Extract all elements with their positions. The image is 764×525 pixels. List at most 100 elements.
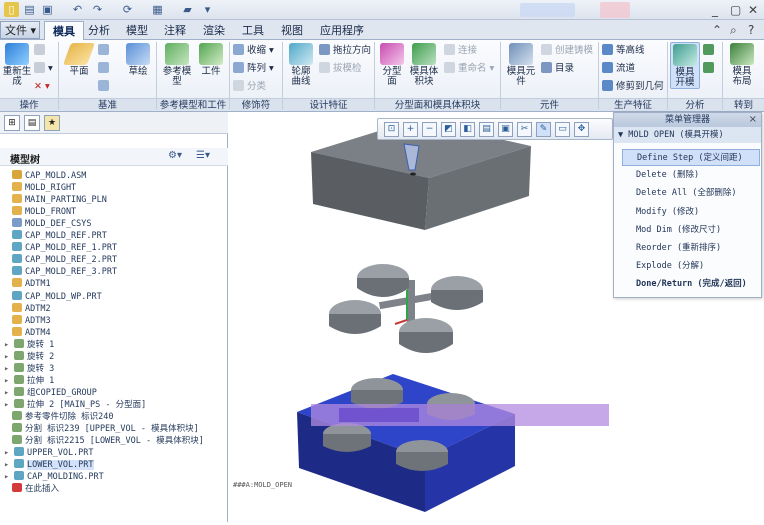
expand-icon[interactable]: ▸: [4, 387, 12, 399]
mold-open-button[interactable]: 模具 开模: [670, 42, 700, 89]
saved-views-icon[interactable]: ▤: [479, 122, 494, 137]
datum-display-icon[interactable]: ✎: [536, 122, 551, 137]
tree-item[interactable]: MOLD_DEF_CSYS: [12, 218, 92, 230]
expand-icon[interactable]: ▸: [4, 375, 12, 387]
tree-item[interactable]: 在此插入: [12, 483, 59, 495]
create-casting-button[interactable]: 创建铸模: [541, 44, 593, 58]
expand-icon[interactable]: ▸: [4, 351, 12, 363]
menu-manager-item[interactable]: Explode (分解): [622, 258, 760, 275]
regenerate-button[interactable]: 重新生 成: [2, 43, 32, 87]
tree-item[interactable]: CAP_MOLD_REF.PRT: [12, 230, 107, 242]
annotation-display-icon[interactable]: ▭: [555, 122, 570, 137]
tree-filter-icon[interactable]: ☰▾: [196, 150, 210, 161]
trim-to-geometry-button[interactable]: 修剪到几何: [602, 80, 664, 94]
contour-curve-button[interactable]: 轮廓 曲线: [286, 43, 316, 87]
tree-item[interactable]: 分割 标识2215 [LOWER_VOL - 模具体积块]: [12, 435, 204, 447]
draft-direction-button[interactable]: 拖拉方向: [319, 44, 371, 58]
tab-applications[interactable]: 应用程序: [312, 21, 372, 40]
tree-item[interactable]: ▸ CAP_MOLDING.PRT: [4, 471, 104, 483]
refit-icon[interactable]: ⊡: [384, 122, 399, 137]
menu-manager-item[interactable]: Done/Return (完成/返回): [622, 276, 760, 293]
minimize-icon[interactable]: _: [712, 3, 718, 17]
workpiece-button[interactable]: 工件: [196, 43, 226, 77]
file-menu[interactable]: 文件 ▾: [0, 21, 40, 39]
tree-item[interactable]: MAIN_PARTING_PLN: [12, 194, 107, 206]
tree-item[interactable]: ▸ UPPER_VOL.PRT: [4, 447, 94, 459]
redo-icon[interactable]: ↷: [90, 2, 105, 17]
tree-item[interactable]: CAP_MOLD_WP.PRT: [12, 290, 102, 303]
open-icon[interactable]: ▤: [22, 2, 37, 17]
expand-icon[interactable]: ▸: [4, 363, 12, 375]
runner-button[interactable]: 流道: [602, 62, 635, 76]
classify-button[interactable]: 分类: [233, 80, 266, 94]
repaint-icon[interactable]: ◩: [441, 122, 456, 137]
close-icon[interactable]: ×: [749, 114, 757, 125]
favorites-tab-icon[interactable]: ★: [44, 115, 60, 131]
delete-button[interactable]: ✕ ▾: [34, 80, 50, 94]
menu-manager-item[interactable]: Define Step (定义间距): [622, 149, 760, 166]
help-icon[interactable]: ?: [748, 23, 754, 37]
pattern-button[interactable]: 阵列 ▾: [233, 62, 274, 76]
tree-item[interactable]: CAP_MOLD.ASM: [12, 170, 86, 182]
mold-component-button[interactable]: 模具元 件: [504, 43, 538, 87]
zoom-out-icon[interactable]: −: [422, 122, 437, 137]
tab-tools[interactable]: 工具: [234, 21, 272, 40]
tree-item[interactable]: CAP_MOLD_REF_3.PRT: [12, 266, 117, 278]
tab-model[interactable]: 模型: [118, 21, 156, 40]
tree-item[interactable]: ▸ LOWER_VOL.PRT: [4, 459, 94, 471]
paste-button[interactable]: ▾: [34, 62, 53, 76]
undo-icon[interactable]: ↶: [70, 2, 85, 17]
analysis-tool-2[interactable]: [703, 62, 717, 76]
point-button[interactable]: [98, 62, 112, 76]
tab-annotate[interactable]: 注释: [156, 21, 194, 40]
expand-icon[interactable]: ▸: [4, 447, 12, 459]
tree-item[interactable]: CAP_MOLD_REF_1.PRT: [12, 242, 117, 254]
menu-manager-item[interactable]: Delete All (全部删除): [622, 185, 760, 202]
tree-item[interactable]: 分割 标识239 [UPPER_VOL - 模具体积块]: [12, 423, 199, 435]
zoom-in-icon[interactable]: +: [403, 122, 418, 137]
close-icon[interactable]: ✕: [748, 3, 758, 17]
tree-item[interactable]: ▸ 旋转 1: [4, 338, 54, 351]
expand-icon[interactable]: ▸: [4, 399, 12, 411]
display-style-icon[interactable]: ◧: [460, 122, 475, 137]
plane-button[interactable]: 平面: [62, 43, 96, 77]
menu-manager-item[interactable]: Modify (修改): [622, 204, 760, 221]
tree-item[interactable]: MOLD_RIGHT: [12, 182, 76, 194]
tree-item[interactable]: ADTM4: [12, 326, 51, 339]
tree-item[interactable]: ADTM1: [12, 278, 51, 290]
tree-item[interactable]: ▸ 拉伸 2 [MAIN_PS - 分型面]: [4, 398, 146, 411]
tab-analysis[interactable]: 分析: [80, 21, 118, 40]
contour-line-button[interactable]: 等高线: [602, 44, 645, 58]
tab-view[interactable]: 视图: [273, 21, 311, 40]
tree-item[interactable]: ADTM3: [12, 314, 51, 327]
tree-item[interactable]: ▸ 旋转 3: [4, 362, 54, 375]
spin-center-icon[interactable]: ✥: [574, 122, 589, 137]
connect-button[interactable]: 连接: [444, 44, 477, 58]
expand-icon[interactable]: ▸: [4, 471, 12, 483]
new-file-icon[interactable]: ▯: [4, 2, 19, 17]
copy-button[interactable]: [34, 44, 48, 58]
folder-icon[interactable]: ▰: [180, 2, 195, 17]
customize-icon[interactable]: ▾: [200, 2, 215, 17]
windows-icon[interactable]: ▦: [150, 2, 165, 17]
analysis-tool-1[interactable]: [703, 44, 717, 58]
axis-button[interactable]: [98, 44, 112, 58]
tree-item[interactable]: MOLD_FRONT: [12, 206, 76, 218]
expand-icon[interactable]: ▸: [4, 459, 12, 471]
save-icon[interactable]: ▣: [40, 2, 55, 17]
tab-render[interactable]: 渲染: [195, 21, 233, 40]
rename-button[interactable]: 重命名 ▾: [444, 62, 494, 76]
tree-item[interactable]: 参考零件切除 标识240: [12, 411, 113, 423]
parting-surface-button[interactable]: 分型 面: [378, 43, 406, 87]
csys-button[interactable]: [98, 80, 112, 94]
draft-check-button[interactable]: 拔模检: [319, 62, 362, 76]
mold-layout-button[interactable]: 模具 布局: [726, 43, 758, 87]
catalog-button[interactable]: 目录: [541, 62, 574, 76]
expand-icon[interactable]: ▸: [4, 339, 12, 351]
tab-mold[interactable]: 模具: [44, 21, 84, 40]
folder-browser-tab-icon[interactable]: ▤: [24, 115, 40, 131]
shrink-button[interactable]: 收缩 ▾: [233, 44, 274, 58]
tree-item[interactable]: ▸ 旋转 2: [4, 350, 54, 363]
view-manager-icon[interactable]: ▣: [498, 122, 513, 137]
mold-volume-button[interactable]: 模具体 积块: [408, 43, 440, 87]
